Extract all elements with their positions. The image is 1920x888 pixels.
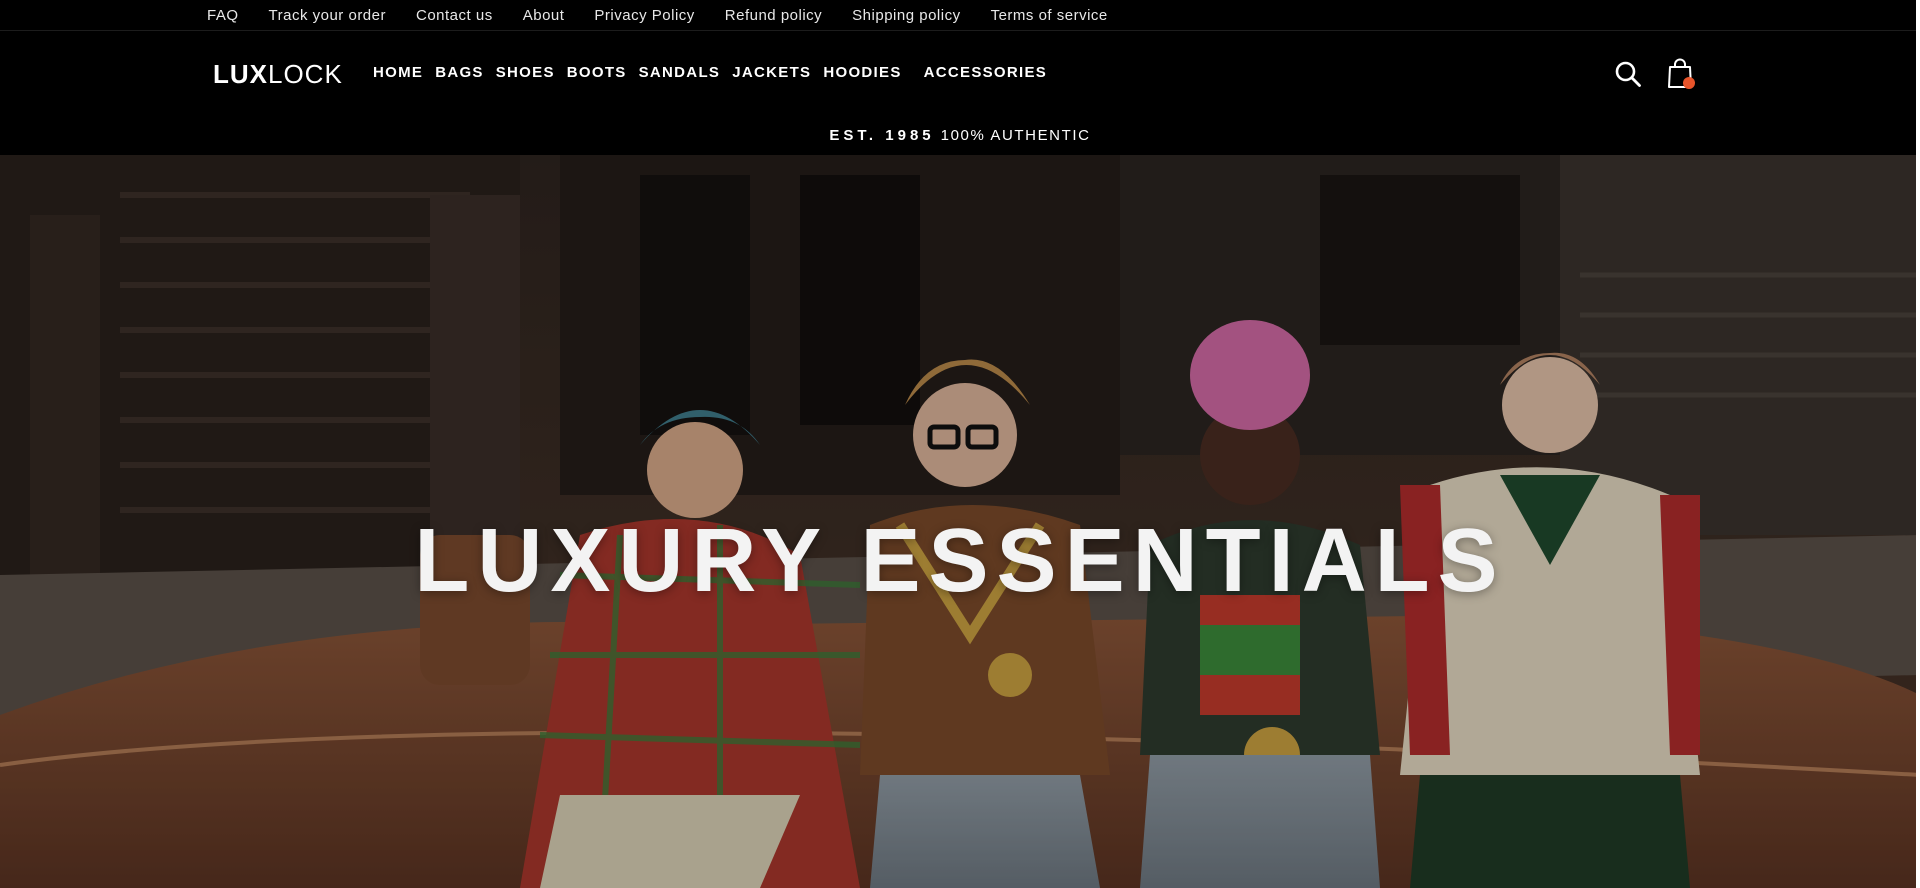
- search-icon: [1615, 61, 1641, 87]
- hero-title: LUXURY ESSENTIALS: [414, 511, 1506, 611]
- logo-lux: LUX: [213, 59, 268, 89]
- utility-link-privacy[interactable]: Privacy Policy: [594, 7, 694, 24]
- nav-item-boots[interactable]: BOOTS: [567, 64, 627, 81]
- utility-link-track-order[interactable]: Track your order: [269, 7, 386, 24]
- site-header: LUXLOCK HOME BAGS SHOES BOOTS SANDALS JA…: [0, 31, 1920, 155]
- logo-lock: LOCK: [268, 59, 343, 89]
- tagline-est: EST. 1985: [829, 127, 935, 144]
- tagline-authentic: 100% AUTHENTIC: [940, 127, 1091, 144]
- nav-item-hoodies[interactable]: HOODIES: [823, 64, 901, 81]
- utility-link-terms[interactable]: Terms of service: [991, 7, 1108, 24]
- page-edge: [1916, 0, 1920, 888]
- utility-link-shipping[interactable]: Shipping policy: [852, 7, 960, 24]
- utility-nav: FAQ Track your order Contact us About Pr…: [207, 0, 1138, 30]
- nav-item-accessories[interactable]: ACCESSORIES: [924, 64, 1048, 81]
- nav-item-jackets[interactable]: JACKETS: [732, 64, 811, 81]
- header-icons: [1611, 57, 1697, 91]
- hero-banner[interactable]: LUXURY ESSENTIALS: [0, 155, 1920, 888]
- cart-badge-dot: [1683, 77, 1695, 89]
- utility-bar: FAQ Track your order Contact us About Pr…: [0, 0, 1920, 31]
- nav-item-home[interactable]: HOME: [373, 64, 423, 81]
- utility-link-faq[interactable]: FAQ: [207, 7, 239, 24]
- nav-item-sandals[interactable]: SANDALS: [639, 64, 721, 81]
- utility-link-refund[interactable]: Refund policy: [725, 7, 822, 24]
- cart-button[interactable]: [1663, 57, 1697, 91]
- main-nav: HOME BAGS SHOES BOOTS SANDALS JACKETS HO…: [373, 64, 1059, 81]
- site-logo[interactable]: LUXLOCK: [213, 59, 343, 90]
- utility-link-about[interactable]: About: [523, 7, 565, 24]
- utility-link-contact[interactable]: Contact us: [416, 7, 493, 24]
- tagline: EST. 1985 100% AUTHENTIC: [0, 127, 1920, 144]
- page: FAQ Track your order Contact us About Pr…: [0, 0, 1920, 888]
- nav-item-shoes[interactable]: SHOES: [496, 64, 555, 81]
- search-button[interactable]: [1611, 57, 1645, 91]
- nav-item-bags[interactable]: BAGS: [435, 64, 484, 81]
